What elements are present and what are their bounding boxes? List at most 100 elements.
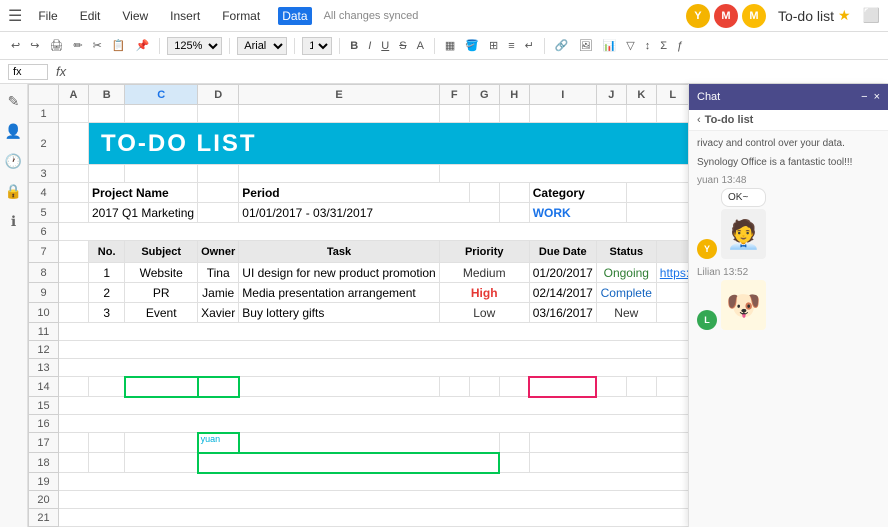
col-g[interactable]: G	[469, 85, 499, 105]
merge-button[interactable]: ⊞	[486, 37, 501, 54]
cell-h1[interactable]	[499, 105, 529, 123]
cell-reference-2[interactable]	[656, 283, 688, 303]
redo-button[interactable]: ↪	[27, 37, 42, 54]
link-button[interactable]: 🔗	[552, 37, 572, 54]
cell-owner-2[interactable]: Jamie	[198, 283, 239, 303]
menu-view[interactable]: View	[118, 7, 152, 25]
col-l[interactable]: L	[656, 85, 688, 105]
cell-a4[interactable]	[59, 183, 89, 203]
print-button[interactable]: 🖨	[46, 37, 66, 54]
cell-g14[interactable]	[469, 377, 499, 397]
cell-duedate-2[interactable]: 02/14/2017	[529, 283, 596, 303]
menu-format[interactable]: Format	[218, 7, 264, 25]
row-header-10[interactable]: 10	[29, 303, 59, 323]
cell-task-3[interactable]: Buy lottery gifts	[239, 303, 439, 323]
cell-h4[interactable]	[499, 183, 529, 203]
font-size-select[interactable]: 10	[302, 37, 332, 55]
cell-f3[interactable]	[439, 165, 688, 183]
cell-d3[interactable]	[198, 165, 239, 183]
formula-input[interactable]	[74, 66, 880, 78]
bold-button[interactable]: B	[347, 38, 361, 54]
cell-a9[interactable]	[59, 283, 89, 303]
cell-owner-3[interactable]: Xavier	[198, 303, 239, 323]
menu-file[interactable]: File	[34, 7, 61, 25]
fill-color-button[interactable]: 🪣	[462, 37, 482, 54]
col-e[interactable]: E	[239, 85, 439, 105]
favorite-star[interactable]: ★	[838, 7, 851, 24]
cell-duedate-3[interactable]: 03/16/2017	[529, 303, 596, 323]
cell-k4[interactable]	[626, 183, 688, 203]
copy-button[interactable]: 📋	[109, 37, 129, 54]
cell-no-2[interactable]: 2	[89, 283, 125, 303]
cell-c14-selected[interactable]	[125, 377, 198, 397]
wrap-button[interactable]: ↵	[522, 37, 537, 54]
row-header-3[interactable]: 3	[29, 165, 59, 183]
avatar-m2[interactable]: M	[742, 4, 766, 28]
avatar-m1[interactable]: M	[714, 4, 738, 28]
underline-button[interactable]: U	[378, 38, 392, 54]
info-icon[interactable]: ℹ	[5, 212, 23, 230]
cell-e1[interactable]	[239, 105, 439, 123]
row-header-6[interactable]: 6	[29, 223, 59, 241]
row-header-8[interactable]: 8	[29, 263, 59, 283]
cell-a6[interactable]	[59, 223, 689, 241]
cell-i1[interactable]	[529, 105, 596, 123]
cell-a8[interactable]	[59, 263, 89, 283]
col-d[interactable]: D	[198, 85, 239, 105]
cell-no-1[interactable]: 1	[89, 263, 125, 283]
minimize-chat-button[interactable]: −	[861, 91, 867, 103]
cell-k5[interactable]	[626, 203, 688, 223]
cell-b1[interactable]	[89, 105, 125, 123]
edit-icon[interactable]: ✎	[5, 92, 23, 110]
row-header-1[interactable]: 1	[29, 105, 59, 123]
col-k[interactable]: K	[626, 85, 656, 105]
col-c[interactable]: C	[125, 85, 198, 105]
cell-k1[interactable]	[626, 105, 656, 123]
menu-edit[interactable]: Edit	[76, 7, 105, 25]
cut-button[interactable]: ✂	[90, 37, 105, 54]
cell-l1[interactable]	[656, 105, 688, 123]
cell-a5[interactable]	[59, 203, 89, 223]
cell-status-2[interactable]: Complete	[596, 283, 656, 303]
cell-subject-2[interactable]: PR	[125, 283, 198, 303]
cell-a14[interactable]	[59, 377, 89, 397]
row-header-14[interactable]: 14	[29, 377, 59, 397]
cell-d18-input[interactable]	[198, 453, 500, 473]
cell-b3[interactable]	[89, 165, 125, 183]
cell-d4[interactable]	[198, 183, 239, 203]
row-header-9[interactable]: 9	[29, 283, 59, 303]
cell-h14[interactable]	[499, 377, 529, 397]
cell-l14[interactable]	[656, 377, 688, 397]
font-select[interactable]: Arial	[237, 37, 287, 55]
cell-k14[interactable]	[626, 377, 656, 397]
cell-f1[interactable]	[439, 105, 469, 123]
undo-button[interactable]: ↩	[8, 37, 23, 54]
cell-j1[interactable]	[596, 105, 626, 123]
cell-g1[interactable]	[469, 105, 499, 123]
cell-g4[interactable]	[469, 183, 499, 203]
user-icon[interactable]: 👤	[5, 122, 23, 140]
cell-owner-1[interactable]: Tina	[198, 263, 239, 283]
paint-button[interactable]: ✏	[70, 37, 85, 54]
strikethrough-button[interactable]: S	[396, 38, 409, 54]
hamburger-icon[interactable]: ☰	[8, 6, 22, 26]
italic-button[interactable]: I	[365, 38, 374, 54]
avatar-y[interactable]: Y	[686, 4, 710, 28]
cell-h5[interactable]	[499, 203, 529, 223]
paste-button[interactable]: 📌	[133, 37, 153, 54]
filter-button[interactable]: ▽	[623, 37, 637, 54]
cell-a10[interactable]	[59, 303, 89, 323]
cell-a3[interactable]	[59, 165, 89, 183]
cell-no-3[interactable]: 3	[89, 303, 125, 323]
chat-messages[interactable]: rivacy and control over your data. Synol…	[689, 131, 888, 527]
cell-d17-yuan[interactable]: yuan	[198, 433, 239, 453]
cell-reference-3[interactable]	[656, 303, 688, 323]
cell-task-1[interactable]: UI design for new product promotion	[239, 263, 439, 283]
cell-reference[interactable]	[8, 64, 48, 80]
cell-a7[interactable]	[59, 241, 89, 263]
function-button[interactable]: ƒ	[674, 38, 686, 54]
cell-d14-selected[interactable]	[198, 377, 239, 397]
cell-i14-pink[interactable]	[529, 377, 596, 397]
col-h[interactable]: H	[499, 85, 529, 105]
col-a[interactable]: A	[59, 85, 89, 105]
